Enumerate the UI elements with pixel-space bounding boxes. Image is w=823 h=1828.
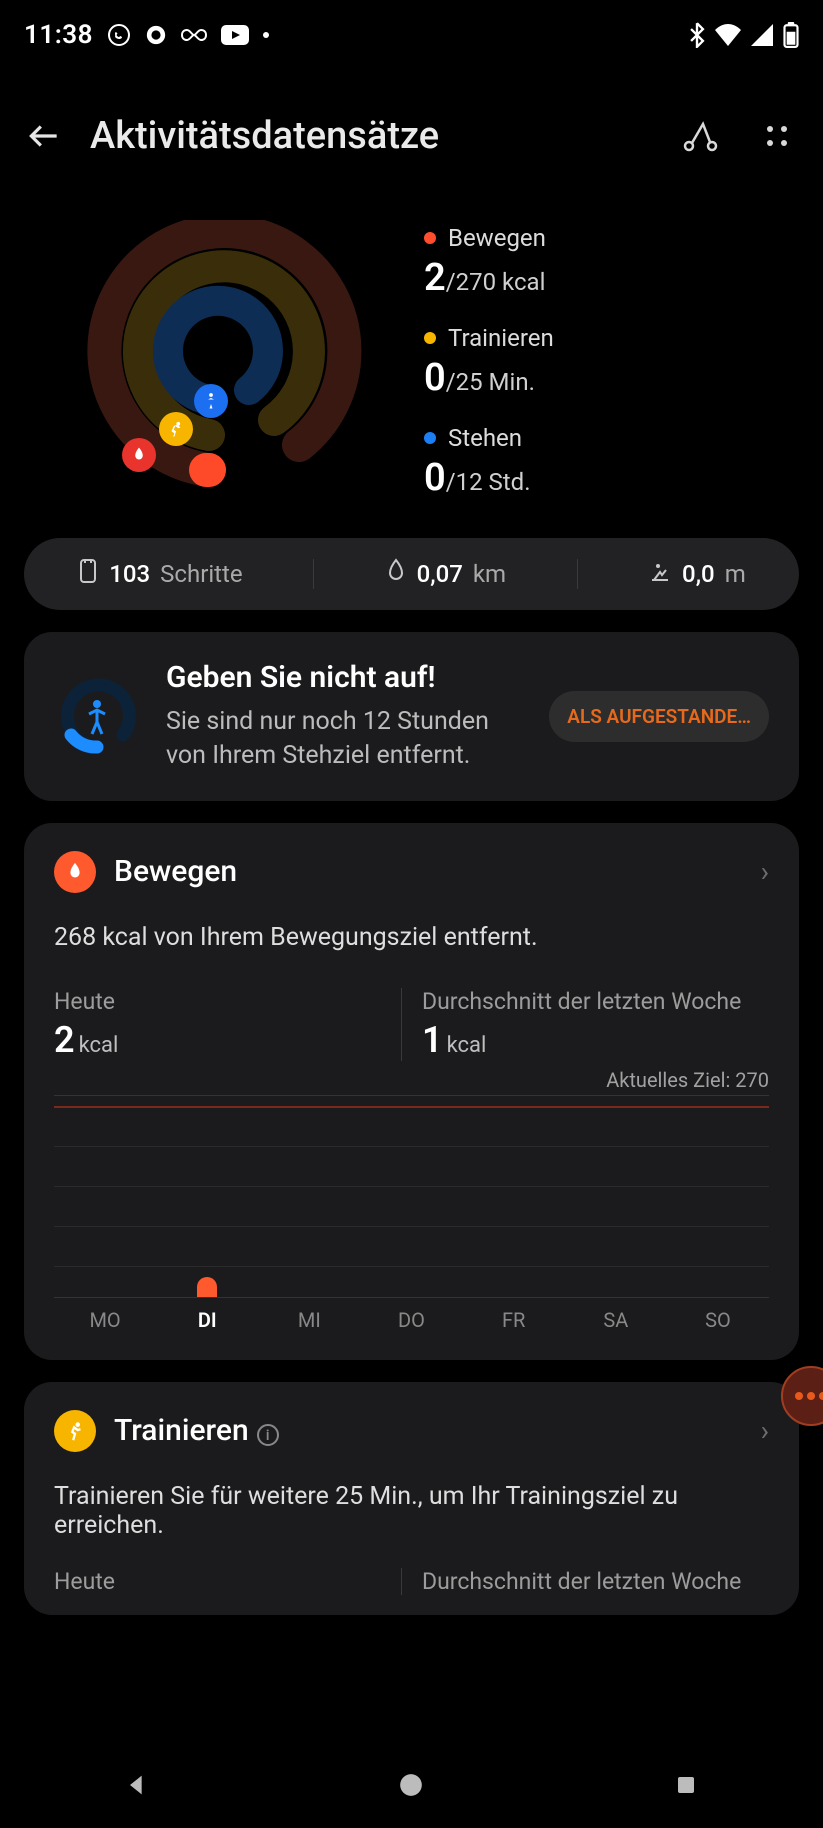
more-icon[interactable]	[755, 114, 799, 158]
status-time: 11:38	[24, 20, 93, 50]
move-today: Heute 2kcal	[54, 988, 401, 1061]
youtube-icon	[221, 25, 249, 45]
flame-icon	[54, 851, 96, 893]
bluetooth-icon	[689, 22, 705, 48]
chart-current-marker	[197, 1277, 217, 1297]
climb-value: 0,0	[682, 560, 715, 588]
move-card-title: Bewegen	[114, 854, 743, 889]
chart-grid	[54, 1266, 769, 1267]
rings-legend: Bewegen 2/270 kcal Trainieren 0/25 Min. …	[424, 220, 799, 500]
legend-stand-value: 0	[424, 456, 446, 500]
move-avg-label: Durchschnitt der letzten Woche	[422, 988, 769, 1015]
route-icon[interactable]	[677, 114, 721, 158]
chart-xaxis: MODIMIDOFRSASO	[54, 1297, 769, 1332]
motivation-title: Geben Sie nicht auf!	[166, 660, 523, 695]
status-bar: 11:38	[0, 0, 823, 70]
battery-icon	[783, 22, 799, 48]
train-card[interactable]: Trainiereni › Trainieren Sie für weitere…	[24, 1382, 799, 1615]
move-avg-value: 1	[422, 1019, 443, 1061]
train-today-label: Heute	[54, 1568, 401, 1595]
chevron-right-icon: ›	[761, 855, 769, 888]
move-today-label: Heute	[54, 988, 401, 1015]
signal-icon	[751, 24, 773, 46]
steps-value: 103	[109, 560, 150, 588]
move-chart: Aktuelles Ziel: 270	[54, 1095, 769, 1285]
chart-x-label: MI	[258, 1308, 360, 1332]
legend-move-goal: /270 kcal	[446, 268, 546, 296]
chevron-right-icon: ›	[761, 1414, 769, 1447]
dot-icon	[263, 32, 269, 38]
back-button[interactable]	[24, 116, 64, 156]
legend-move-label: Bewegen	[448, 224, 546, 252]
system-nav-bar	[0, 1742, 823, 1828]
chart-x-label: SA	[565, 1308, 667, 1332]
train-today: Heute	[54, 1568, 401, 1595]
chart-grid	[54, 1146, 769, 1147]
stat-distance: 0,07 km	[385, 558, 507, 590]
train-avg: Durchschnitt der letzten Woche	[401, 1568, 769, 1595]
legend-move: Bewegen 2/270 kcal	[424, 224, 799, 300]
move-dot-icon	[424, 232, 436, 244]
stand-dot-icon	[424, 432, 436, 444]
train-dot-icon	[424, 332, 436, 344]
move-today-unit: kcal	[79, 1033, 119, 1058]
stat-steps: 103 Schritte	[77, 558, 242, 590]
location-icon	[145, 24, 167, 46]
motivation-body: Sie sind nur noch 12 Stunden von Ihrem S…	[166, 705, 523, 773]
chart-grid	[54, 1186, 769, 1187]
chart-goal-line	[54, 1106, 769, 1108]
climb-icon	[648, 558, 672, 590]
mark-as-stood-button[interactable]: ALS AUFGESTANDE…	[549, 691, 769, 742]
legend-stand: Stehen 0/12 Std.	[424, 424, 799, 500]
chart-x-label: DO	[360, 1308, 462, 1332]
nav-back-button[interactable]	[117, 1765, 157, 1805]
motivation-card: Geben Sie nicht auf! Sie sind nur noch 1…	[24, 632, 799, 801]
legend-train-value: 0	[424, 356, 446, 400]
legend-stand-label: Stehen	[448, 424, 522, 452]
legend-train: Trainieren 0/25 Min.	[424, 324, 799, 400]
infinity-icon	[181, 27, 207, 43]
info-icon[interactable]: i	[257, 1424, 279, 1446]
legend-move-value: 2	[424, 256, 446, 300]
move-today-value: 2	[54, 1019, 75, 1061]
chart-x-label: DI	[156, 1308, 258, 1332]
climb-unit: m	[725, 560, 746, 588]
train-card-title: Trainiereni	[114, 1413, 743, 1448]
motivation-icon	[54, 673, 140, 759]
stats-summary[interactable]: 103 Schritte 0,07 km 0,0 m	[24, 538, 799, 610]
distance-value: 0,07	[417, 560, 463, 588]
move-card[interactable]: Bewegen › 268 kcal von Ihrem Bewegungszi…	[24, 823, 799, 1360]
divider	[313, 559, 314, 589]
move-card-subtitle: 268 kcal von Ihrem Bewegungsziel entfern…	[54, 923, 769, 952]
stand-ring-icon	[194, 384, 228, 418]
train-card-subtitle: Trainieren Sie für weitere 25 Min., um I…	[54, 1482, 769, 1540]
steps-unit: Schritte	[160, 560, 242, 588]
nav-home-button[interactable]	[391, 1765, 431, 1805]
legend-train-label: Trainieren	[448, 324, 554, 352]
app-header: Aktivitätsdatensätze	[0, 70, 823, 190]
stat-climb: 0,0 m	[648, 558, 746, 590]
activity-rings[interactable]	[24, 220, 394, 500]
chart-grid	[54, 1226, 769, 1227]
chart-goal-label: Aktuelles Ziel: 270	[606, 1068, 769, 1092]
page-title: Aktivitätsdatensätze	[90, 114, 651, 158]
chart-x-label: FR	[463, 1308, 565, 1332]
steps-icon	[77, 558, 99, 590]
legend-stand-goal: /12 Std.	[446, 468, 531, 496]
train-avg-label: Durchschnitt der letzten Woche	[422, 1568, 769, 1595]
chart-x-label: SO	[667, 1308, 769, 1332]
divider	[577, 559, 578, 589]
distance-unit: km	[473, 560, 506, 588]
move-avg-unit: kcal	[447, 1033, 487, 1058]
running-icon	[54, 1410, 96, 1452]
move-ring-icon	[122, 438, 156, 472]
exercise-ring-icon	[159, 412, 193, 446]
wifi-icon	[715, 24, 741, 46]
whatsapp-icon	[107, 23, 131, 47]
legend-train-goal: /25 Min.	[446, 368, 535, 396]
nav-recent-button[interactable]	[666, 1765, 706, 1805]
move-avg: Durchschnitt der letzten Woche 1kcal	[401, 988, 769, 1061]
distance-icon	[385, 558, 407, 590]
chart-x-label: MO	[54, 1308, 156, 1332]
